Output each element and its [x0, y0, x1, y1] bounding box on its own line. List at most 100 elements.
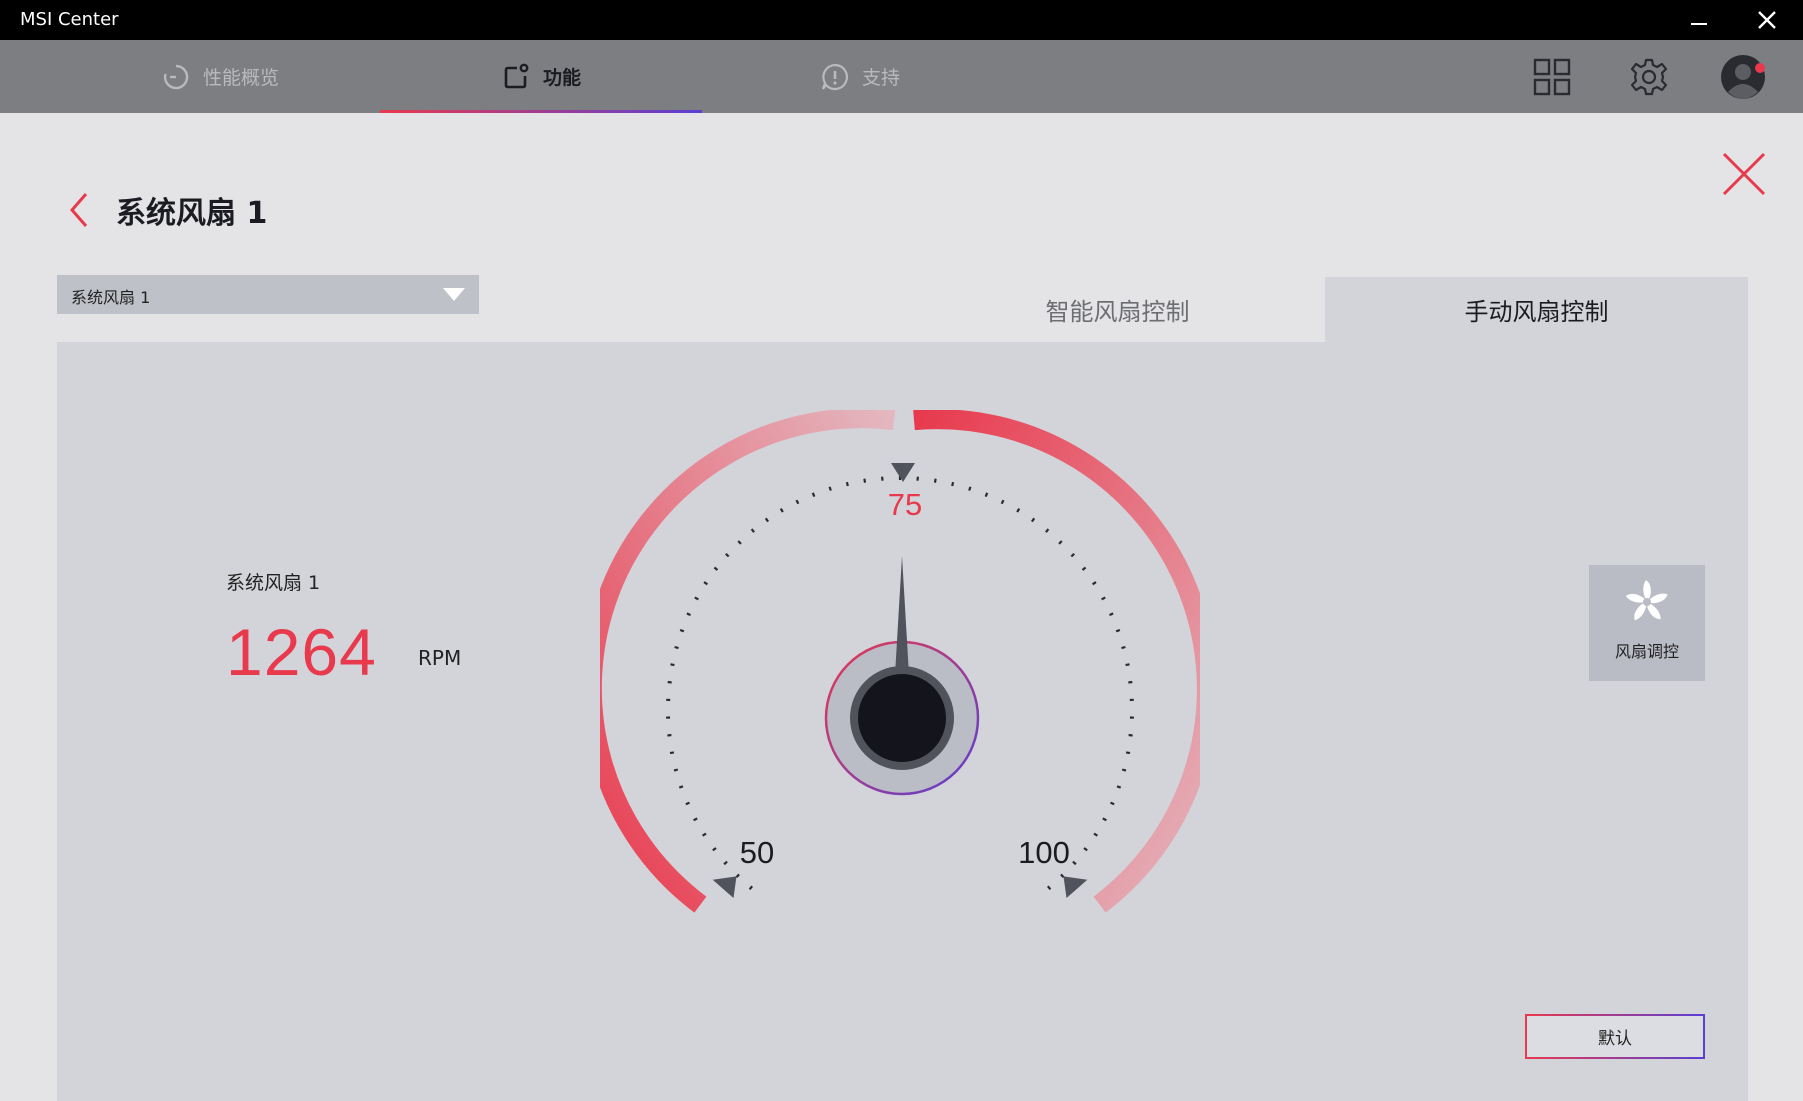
tab-label: 支持 [861, 67, 900, 89]
close-panel-button[interactable] [1720, 150, 1768, 198]
gauge-tick [712, 847, 717, 852]
window-close-button[interactable] [1744, 0, 1790, 40]
fan-name-label: 系统风扇 1 [226, 572, 321, 594]
gauge-tick [1081, 566, 1087, 571]
gauge-tick [1128, 680, 1133, 684]
tab-features[interactable]: 功能 [380, 40, 702, 113]
marker-75-icon [891, 463, 915, 482]
gauge-tick [1101, 596, 1106, 601]
close-icon [1722, 152, 1766, 196]
fan-adjust-label: 风扇调控 [1614, 642, 1679, 661]
gauge-tick [764, 517, 770, 523]
chevron-down-icon [443, 288, 465, 301]
msi-center-window: MSI Center 性能概览 功能 支持 系统风扇 1 系统风扇 1 智能风扇… [0, 0, 1803, 1101]
fan-adjust-button[interactable]: 风扇调控 [1589, 565, 1705, 681]
minimize-button[interactable] [1675, 0, 1721, 40]
gauge-tick [1072, 860, 1077, 866]
avatar-icon [1721, 54, 1765, 99]
grid-icon [1533, 58, 1571, 95]
gauge-tick [984, 492, 989, 498]
gauge-tick [1030, 517, 1036, 523]
back-button[interactable] [66, 190, 94, 230]
gauge-tick [702, 832, 707, 837]
gauge-tick [693, 817, 698, 822]
gauge-tick [933, 478, 937, 483]
gauge-tick [1121, 645, 1126, 650]
gauge-tick [674, 645, 679, 650]
gauge-tick [1045, 528, 1050, 533]
gauge-tick [1046, 885, 1052, 891]
gauge-tick [694, 596, 699, 601]
gauge-tick [795, 499, 800, 505]
gauge-tick [1060, 873, 1065, 879]
gauge-tick [670, 663, 675, 667]
gauge-tick [968, 486, 972, 491]
gauge-tick [1121, 768, 1127, 772]
gauge-tick [667, 680, 672, 684]
gauge-knob-center [858, 674, 946, 762]
rpm-value: 1264 [226, 615, 377, 689]
gauge-label-100: 100 [1018, 835, 1070, 870]
gauge-tick [678, 785, 684, 789]
rpm-unit: RPM [418, 646, 462, 670]
gauge-tick [1109, 612, 1114, 617]
gauge-tick [951, 481, 955, 487]
notification-dot [1755, 63, 1765, 73]
fan-speed-gauge[interactable]: 75 50 100 [600, 410, 1200, 930]
gauge-tick [1110, 801, 1115, 806]
gauge-tick [1058, 540, 1063, 545]
settings-button[interactable] [1626, 40, 1672, 113]
gauge-tick [703, 581, 708, 586]
tab-performance-overview[interactable]: 性能概览 [120, 40, 320, 113]
gauge-tick [1092, 581, 1097, 586]
gauge-tick [845, 481, 849, 487]
tab-smart-fan-control[interactable]: 智能风扇控制 [910, 277, 1325, 342]
fan-icon [1625, 580, 1668, 621]
fan-select-dropdown[interactable]: 系统风扇 1 [57, 275, 479, 314]
gauge-tick [1125, 663, 1130, 667]
gauge-tick [750, 528, 755, 533]
gauge-tick [1102, 817, 1107, 822]
gauge-label-75: 75 [888, 487, 922, 522]
features-icon [504, 63, 529, 88]
gauge-tick [737, 540, 742, 545]
gauge-tick [1125, 751, 1131, 755]
marker-50-icon [712, 876, 737, 899]
gauge-tick [779, 508, 784, 513]
active-tab-indicator [380, 110, 702, 113]
gauge-needle[interactable] [895, 556, 909, 675]
title-bar: MSI Center [0, 0, 1803, 40]
page-title: 系统风扇 1 [116, 196, 268, 231]
gauge-tick [685, 801, 690, 806]
gauge-tick [811, 492, 816, 498]
gauge-tick [679, 628, 685, 633]
performance-icon [163, 64, 189, 89]
tab-label: 功能 [542, 67, 581, 89]
gauge-tick [735, 873, 740, 879]
gauge-tick [1000, 499, 1005, 505]
user-avatar-button[interactable] [1718, 40, 1768, 113]
tab-support[interactable]: 支持 [780, 40, 940, 113]
gauge-tick [725, 552, 730, 558]
support-icon [821, 63, 848, 90]
gauge-tick [828, 486, 832, 491]
gauge-tick [669, 751, 675, 755]
tab-label: 性能概览 [202, 67, 279, 89]
gauge-arc-right [913, 410, 1200, 913]
chevron-left-icon [70, 193, 88, 227]
close-icon [1758, 11, 1776, 29]
tab-manual-fan-control[interactable]: 手动风扇控制 [1325, 277, 1748, 342]
gauge-tick [686, 612, 691, 617]
gauge-tick [863, 478, 867, 483]
gauge-tick [1128, 733, 1133, 737]
gauge-tick [1070, 552, 1075, 558]
gauge-tick [748, 885, 754, 891]
gauge-tick [667, 733, 672, 737]
fan-select-value: 系统风扇 1 [71, 288, 151, 307]
gauge-tick [1116, 785, 1122, 789]
gauge-tick [673, 768, 679, 772]
default-button[interactable]: 默认 [1525, 1014, 1705, 1059]
apps-grid-button[interactable] [1530, 40, 1574, 113]
gear-icon [1630, 58, 1668, 95]
gauge-tick [1083, 847, 1088, 852]
